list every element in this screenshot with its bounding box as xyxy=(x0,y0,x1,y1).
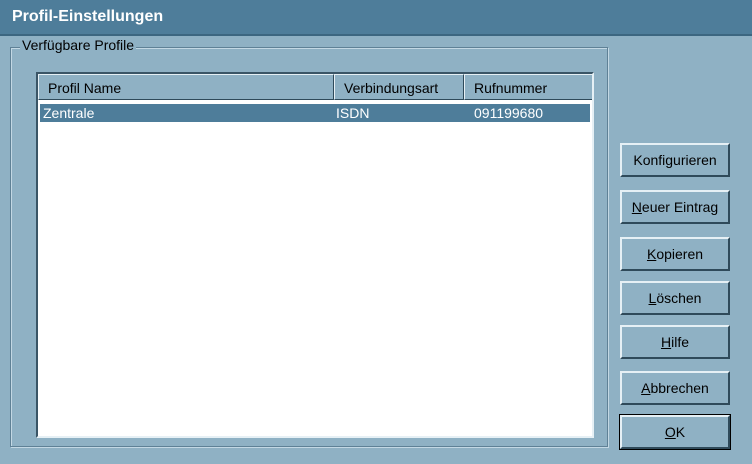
list-header: Profil Name Verbindungsart Rufnummer xyxy=(38,74,592,100)
copy-button[interactable]: Kopieren xyxy=(620,237,730,271)
window-title: Profil-Einstellungen xyxy=(12,8,164,25)
new-entry-button[interactable]: Neuer Eintrag xyxy=(620,190,730,224)
table-row[interactable]: Zentrale ISDN 091199680 xyxy=(40,104,590,122)
column-header-phone-number[interactable]: Rufnummer xyxy=(464,74,592,100)
group-label: Verfügbare Profile xyxy=(20,37,137,53)
column-header-connection-type[interactable]: Verbindungsart xyxy=(334,74,464,100)
title-bar: Profil-Einstellungen xyxy=(0,0,752,36)
column-header-profile-name[interactable]: Profil Name xyxy=(38,74,334,100)
help-button[interactable]: Hilfe xyxy=(620,325,730,359)
row-connection-type: ISDN xyxy=(336,105,370,121)
cancel-button[interactable]: Abbrechen xyxy=(620,371,730,405)
ok-button[interactable]: OK xyxy=(619,414,731,450)
delete-button[interactable]: Löschen xyxy=(620,281,730,315)
row-profile-name: Zentrale xyxy=(43,105,95,121)
profile-list[interactable]: Profil Name Verbindungsart Rufnummer Zen… xyxy=(36,72,594,438)
configure-button[interactable]: Konfigurieren xyxy=(620,143,730,177)
row-phone-number: 091199680 xyxy=(474,105,544,121)
